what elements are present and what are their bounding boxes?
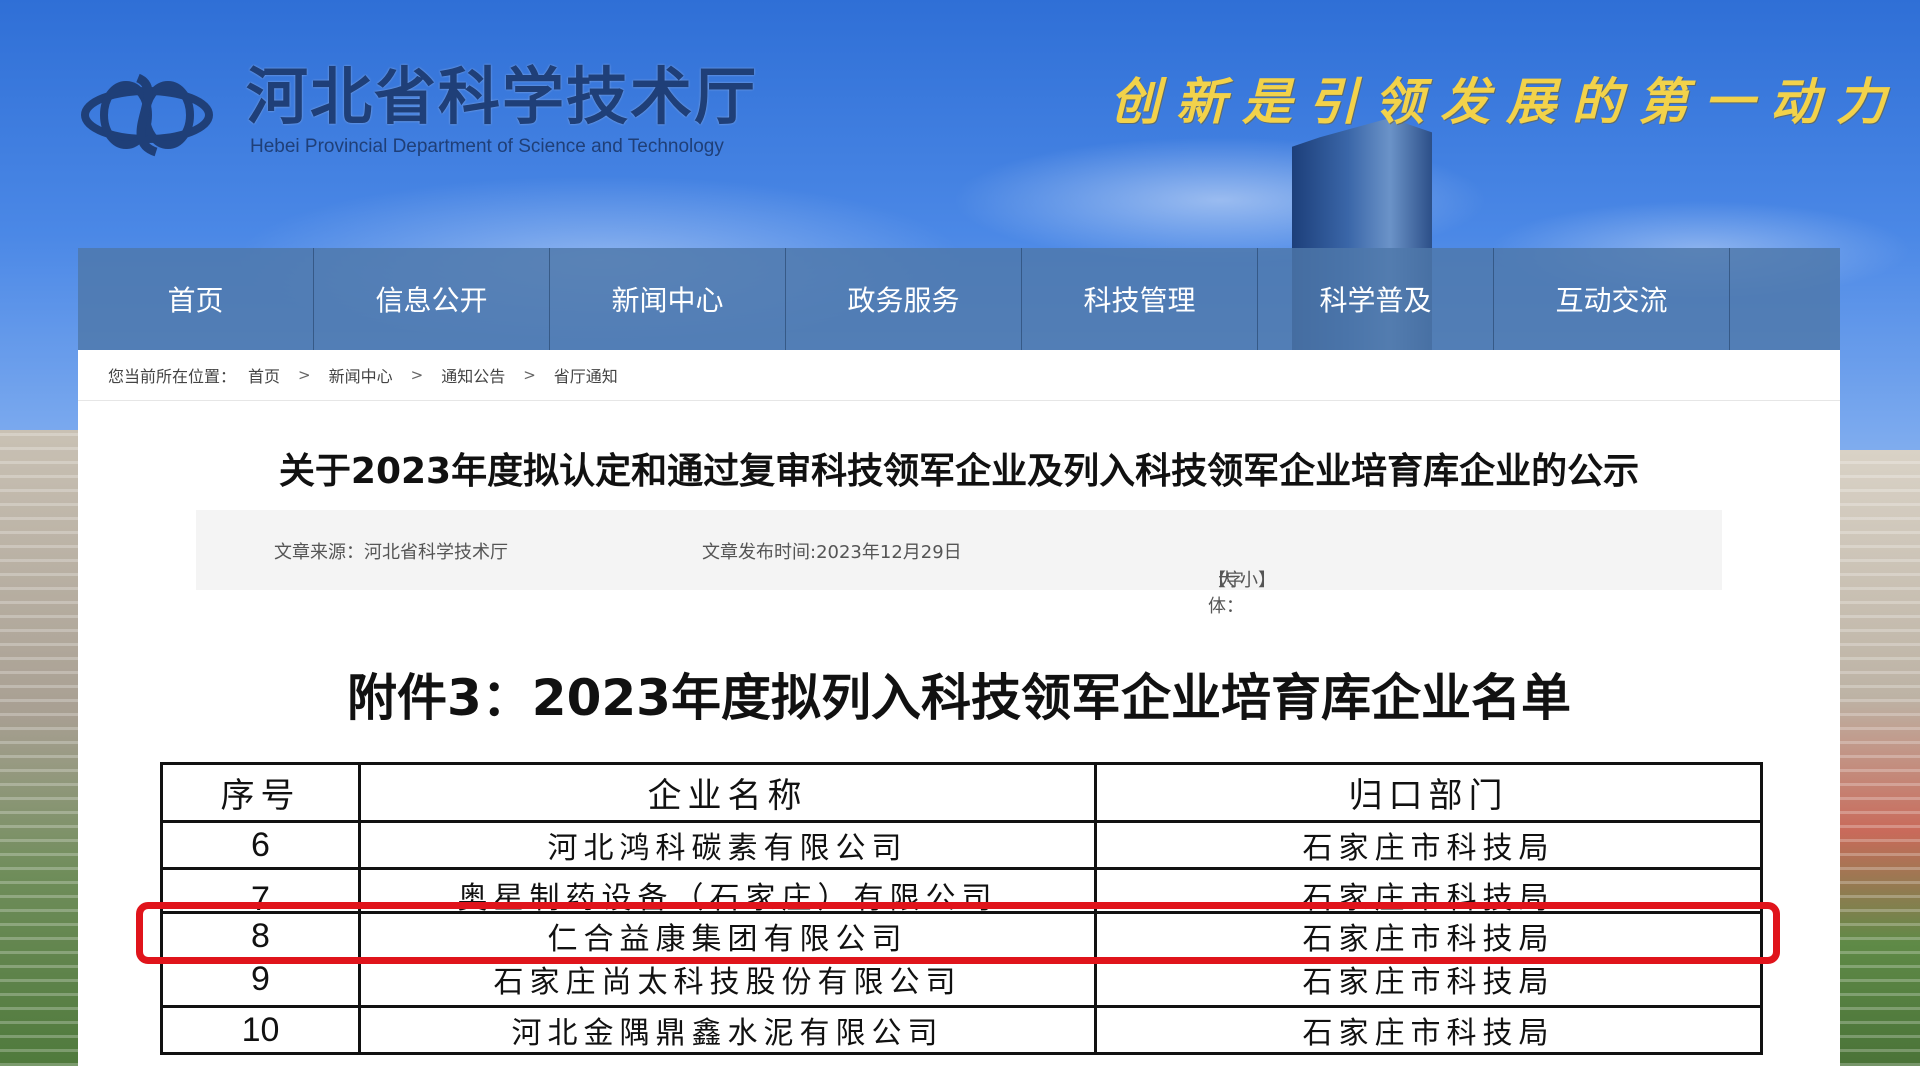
- nav-item-news-center[interactable]: 新闻中心: [550, 248, 786, 350]
- breadcrumb-prefix: 您当前所在位置：: [108, 367, 237, 386]
- row-department: 石家庄市科技局: [1094, 820, 1763, 870]
- nav-item-interaction[interactable]: 互动交流: [1494, 248, 1730, 350]
- font-size-small-button[interactable]: 小】: [1240, 566, 1276, 592]
- nav-item-science-popularization[interactable]: 科学普及: [1258, 248, 1494, 350]
- background-city-left: [0, 430, 80, 1066]
- article-title: 关于2023年度拟认定和通过复审科技领军企业及列入科技领军企业培育库企业的公示: [278, 451, 1640, 492]
- row-index: 9: [160, 958, 361, 1008]
- nav-item-tech-management[interactable]: 科技管理: [1022, 248, 1258, 350]
- main-nav: 首页 信息公开 新闻中心 政务服务 科技管理 科学普及 互动交流: [78, 248, 1840, 350]
- table-row: 6 河北鸿科碳素有限公司 石家庄市科技局: [160, 820, 1763, 870]
- nav-item-info-disclosure[interactable]: 信息公开: [314, 248, 550, 350]
- breadcrumb-separator: >: [410, 366, 424, 384]
- table-row: 9 石家庄尚太科技股份有限公司 石家庄市科技局: [160, 958, 1763, 1008]
- table-header-row: 序号 企业名称 归口部门: [160, 762, 1763, 823]
- column-header-index: 序号: [160, 762, 361, 823]
- column-header-department: 归口部门: [1094, 762, 1763, 823]
- article-meta-bar: 文章来源：河北省科学技术厅 文章发布时间:2023年12月29日 【字体：大小】: [196, 510, 1722, 617]
- row-company-text: 石家庄尚太科技股份有限公司: [493, 965, 962, 1000]
- breadcrumb-separator: >: [523, 366, 536, 384]
- attachment-title: 附件3：2023年度拟列入科技领军企业培育库企业名单: [347, 669, 1571, 727]
- breadcrumb-news-center[interactable]: 新闻中心: [329, 363, 393, 387]
- nav-item-home[interactable]: 首页: [78, 248, 314, 350]
- row-company: 石家庄尚太科技股份有限公司: [358, 958, 1097, 1008]
- breadcrumb-home[interactable]: 首页: [248, 363, 280, 387]
- font-size-large-button[interactable]: 大: [1218, 566, 1236, 592]
- article-date: 文章发布时间:2023年12月29日: [702, 542, 962, 563]
- highlight-box: [136, 902, 1780, 964]
- department-emblem-icon[interactable]: [78, 70, 216, 160]
- row-index: 6: [160, 820, 361, 870]
- site-title[interactable]: 河北省科学技术厅: [246, 60, 758, 134]
- slogan: 创新是引领发展的第一动力: [1110, 72, 1902, 131]
- row-company: 河北金隅鼎鑫水泥有限公司: [358, 1005, 1097, 1055]
- row-index-text: 9: [251, 959, 270, 998]
- row-company: 河北鸿科碳素有限公司: [358, 820, 1097, 870]
- row-department: 石家庄市科技局: [1094, 1005, 1763, 1055]
- row-department: 石家庄市科技局: [1094, 958, 1763, 1008]
- breadcrumb-separator: >: [298, 366, 311, 384]
- row-index: 10: [160, 1005, 361, 1055]
- breadcrumb-notices[interactable]: 通知公告: [441, 363, 505, 387]
- table-row: 10 河北金隅鼎鑫水泥有限公司 石家庄市科技局: [160, 1005, 1763, 1055]
- divider: [78, 400, 1840, 401]
- background-city-right: [1840, 450, 1920, 1066]
- breadcrumb: 您当前所在位置： 首页 > 新闻中心 > 通知公告 > 省厅通知: [108, 362, 618, 388]
- column-header-company: 企业名称: [358, 762, 1097, 823]
- row-department-text: 石家庄市科技局: [1302, 965, 1555, 1000]
- site-header: 河北省科学技术厅 Hebei Provincial Department of …: [0, 0, 1920, 248]
- nav-item-government-services[interactable]: 政务服务: [786, 248, 1022, 350]
- breadcrumb-dept-notices[interactable]: 省厅通知: [554, 363, 618, 387]
- site-subtitle: Hebei Provincial Department of Science a…: [250, 136, 724, 157]
- article-source: 文章来源：河北省科学技术厅: [274, 542, 508, 563]
